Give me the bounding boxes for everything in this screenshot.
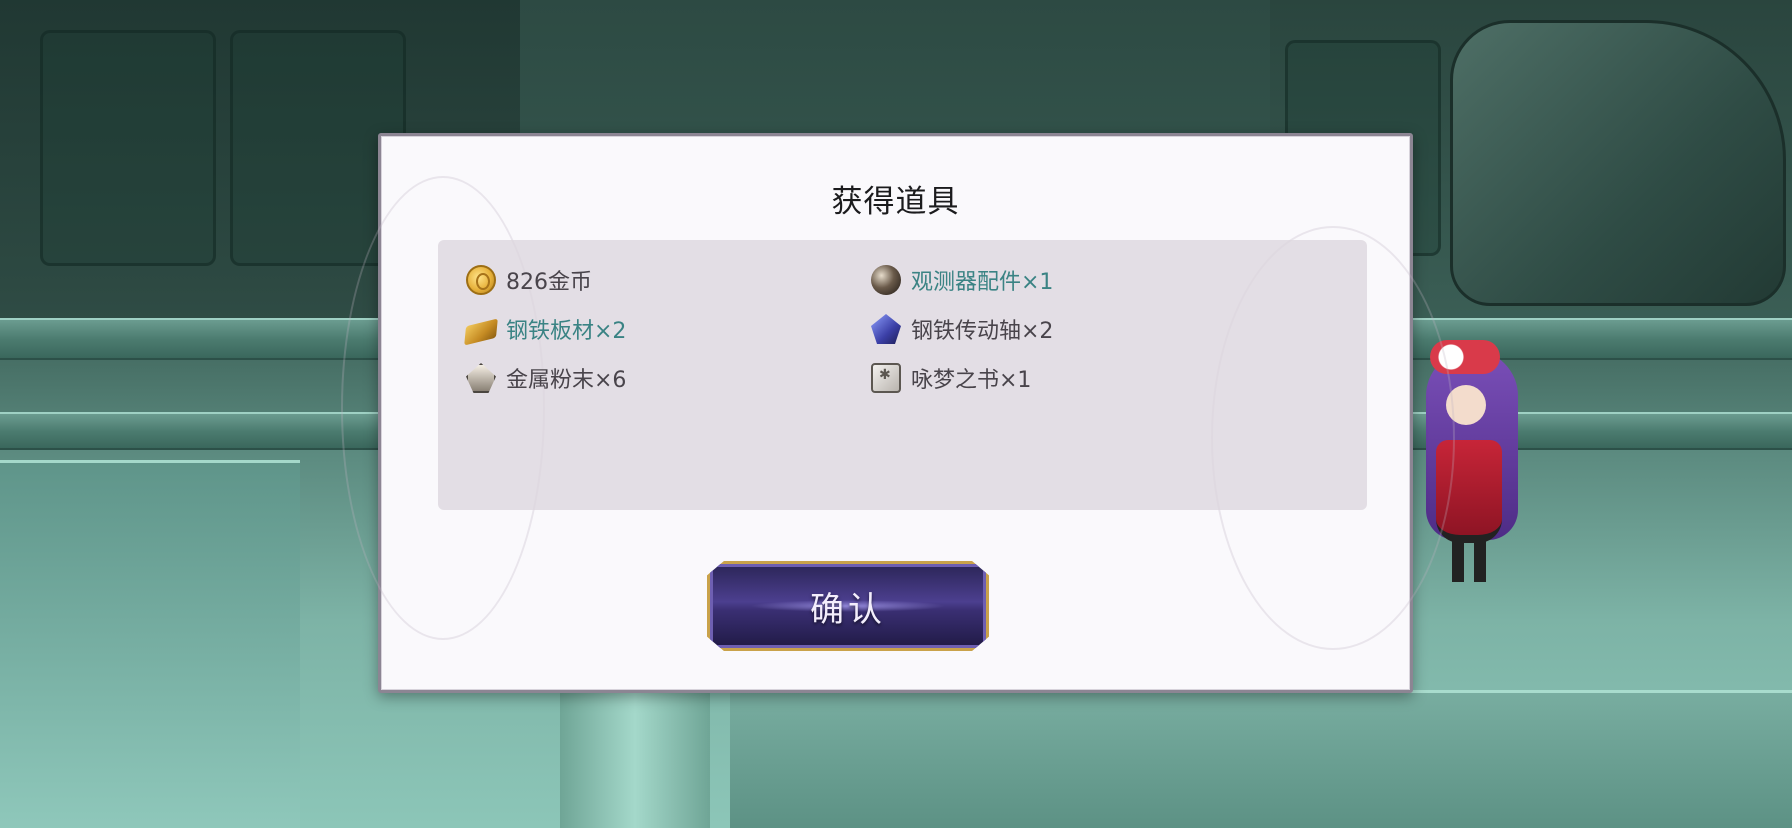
reward-item-label: 钢铁传动轴×2 <box>911 319 1054 344</box>
background-floor-left <box>0 460 300 828</box>
reward-item-steel-shaft: 钢铁传动轴×2 <box>871 311 1053 347</box>
reward-item-gold: 826金币 <box>466 262 592 298</box>
background-wall-panel <box>40 30 216 266</box>
reward-item-label: 咏梦之书×1 <box>911 368 1032 393</box>
background-floor-right <box>730 690 1792 828</box>
item-reward-dialog: 获得道具 826金币 观测器配件×1 钢铁板材×2 钢铁传动轴×2 金属粉末×6 <box>341 133 1455 693</box>
background-column <box>560 690 710 828</box>
steel-plate-icon <box>464 318 498 346</box>
dialog-title: 获得道具 <box>831 184 960 220</box>
reward-item-label: 钢铁板材×2 <box>506 319 627 344</box>
reward-item-label: 观测器配件×1 <box>911 270 1054 295</box>
reward-item-observer-part: 观测器配件×1 <box>871 262 1053 298</box>
confirm-button[interactable]: 确认 <box>707 561 989 651</box>
character-legs <box>1452 540 1486 582</box>
reward-items-panel: 826金币 观测器配件×1 钢铁板材×2 钢铁传动轴×2 金属粉末×6 咏梦之书… <box>438 240 1367 510</box>
reward-item-label: 金属粉末×6 <box>506 368 627 393</box>
book-icon <box>871 363 901 393</box>
reward-item-steel-plate: 钢铁板材×2 <box>464 311 627 347</box>
metal-powder-icon <box>466 363 496 393</box>
game-scene: 获得道具 826金币 观测器配件×1 钢铁板材×2 钢铁传动轴×2 金属粉末×6 <box>0 0 1792 828</box>
background-pipe <box>1450 20 1786 306</box>
confirm-button-label: 确认 <box>810 589 886 630</box>
reward-item-metal-powder: 金属粉末×6 <box>466 360 626 396</box>
pearl-icon <box>871 265 901 295</box>
reward-item-label: 826金币 <box>506 270 592 295</box>
reward-item-dream-book: 咏梦之书×1 <box>871 360 1031 396</box>
crystal-icon <box>871 314 901 344</box>
coin-icon <box>466 265 496 295</box>
